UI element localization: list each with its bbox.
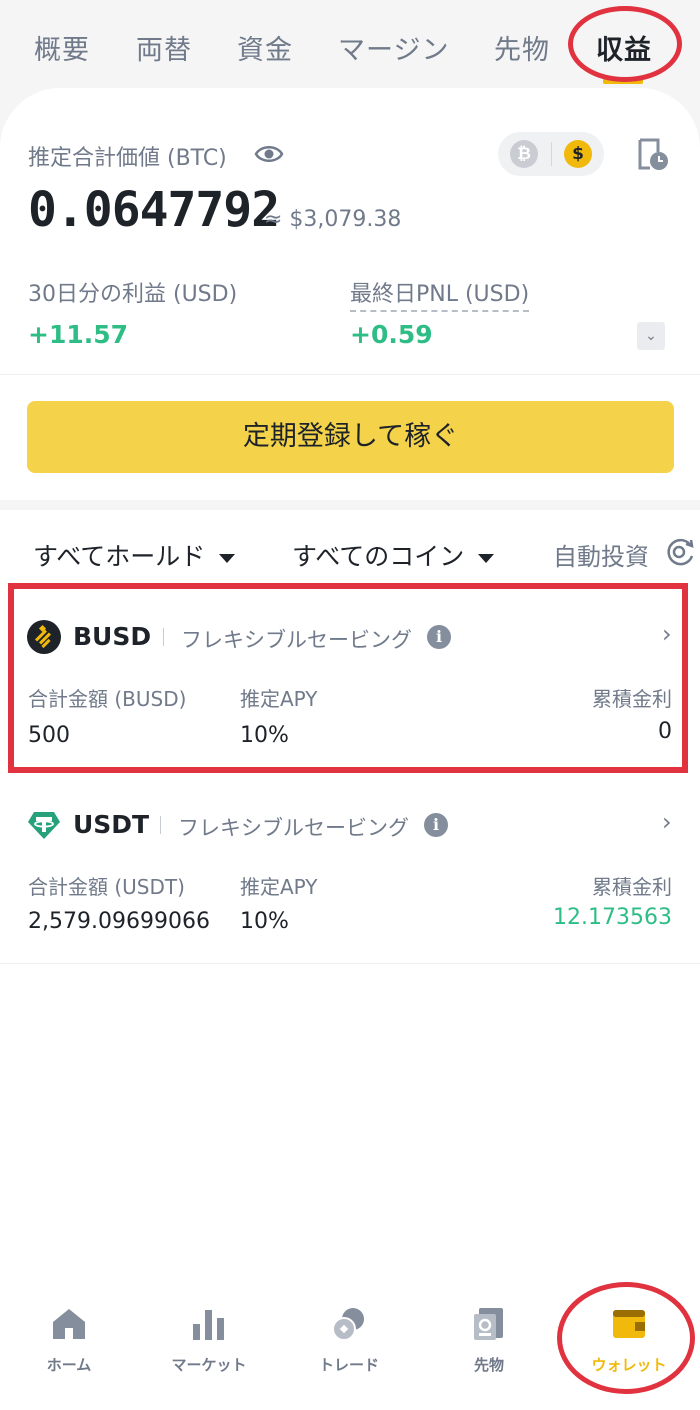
expand-chevron-button[interactable]: ⌄ <box>637 322 665 350</box>
amount-label-usdt: 合計金額 (USDT) <box>28 875 185 899</box>
eye-icon[interactable] <box>254 142 284 166</box>
tab-funding[interactable]: 資金 <box>237 28 293 67</box>
btc-coin-icon[interactable]: ₿ <box>510 140 538 168</box>
item-type-usdt: フレキシブルセービング <box>178 816 409 840</box>
tab-convert[interactable]: 両替 <box>136 28 192 67</box>
highlight-circle-wallet <box>557 1282 695 1394</box>
nav-trade[interactable]: トレード <box>289 1302 409 1392</box>
tab-margin[interactable]: マージン <box>338 28 449 67</box>
caret-down-icon <box>219 553 236 563</box>
filter-coins-label: すべてのコイン <box>292 542 465 571</box>
profit-30d-value: +11.57 <box>28 320 129 349</box>
interest-label-usdt: 累積金利 <box>592 875 672 899</box>
filter-hold-dropdown[interactable]: すべてホールド <box>33 537 236 573</box>
nav-futures-label: 先物 <box>473 1356 504 1374</box>
home-icon <box>53 1309 85 1339</box>
history-icon[interactable] <box>636 138 670 172</box>
item-separator <box>160 816 161 834</box>
amount-value-usdt: 2,579.09699066 <box>28 909 210 934</box>
nav-futures[interactable]: 先物 <box>429 1302 549 1392</box>
nav-markets[interactable]: マーケット <box>149 1302 269 1392</box>
filter-hold-label: すべてホールド <box>33 542 206 571</box>
apy-label-usdt: 推定APY <box>240 875 318 899</box>
highlight-box-busd <box>8 583 688 773</box>
chevron-right-icon[interactable]: › <box>662 808 672 836</box>
total-balance-btc: 0.0647792 <box>28 182 280 238</box>
item-symbol-usdt: USDT <box>73 810 150 839</box>
futures-icon <box>474 1308 503 1340</box>
auto-invest-icon[interactable] <box>664 537 696 567</box>
profit-30d-label: 30日分の利益 (USD) <box>28 282 238 307</box>
highlight-circle-earn-tab <box>568 6 682 82</box>
caret-down-icon <box>478 553 495 563</box>
divider <box>0 374 700 375</box>
tab-futures[interactable]: 先物 <box>494 28 550 67</box>
balance-usd-approx: ≈ $3,079.38 <box>264 207 402 232</box>
interest-value-usdt: 12.173563 <box>553 905 672 930</box>
coins-icon <box>332 1308 364 1341</box>
last-day-pnl-value: +0.59 <box>350 320 433 349</box>
filter-coins-dropdown[interactable]: すべてのコイン <box>292 537 495 573</box>
info-icon[interactable]: i <box>424 813 448 837</box>
last-day-pnl-label[interactable]: 最終日PNL (USD) <box>350 276 530 312</box>
divider <box>0 963 700 964</box>
nav-home[interactable]: ホーム <box>9 1302 129 1392</box>
nav-home-label: ホーム <box>46 1356 92 1374</box>
auto-invest-link[interactable]: 自動投資 <box>553 537 649 572</box>
toggle-divider <box>551 142 552 166</box>
nav-trade-label: トレード <box>318 1356 379 1374</box>
nav-markets-label: マーケット <box>171 1356 247 1374</box>
bar-chart-icon <box>193 1310 224 1340</box>
apy-value-usdt: 10% <box>240 909 289 934</box>
subscribe-earn-button[interactable]: 定期登録して稼ぐ <box>27 401 674 473</box>
usd-coin-icon[interactable]: $ <box>564 140 592 168</box>
tab-overview[interactable]: 概要 <box>34 28 90 67</box>
usdt-coin-icon <box>28 812 60 839</box>
estimated-value-label: 推定合計価値 (BTC) <box>28 146 227 171</box>
